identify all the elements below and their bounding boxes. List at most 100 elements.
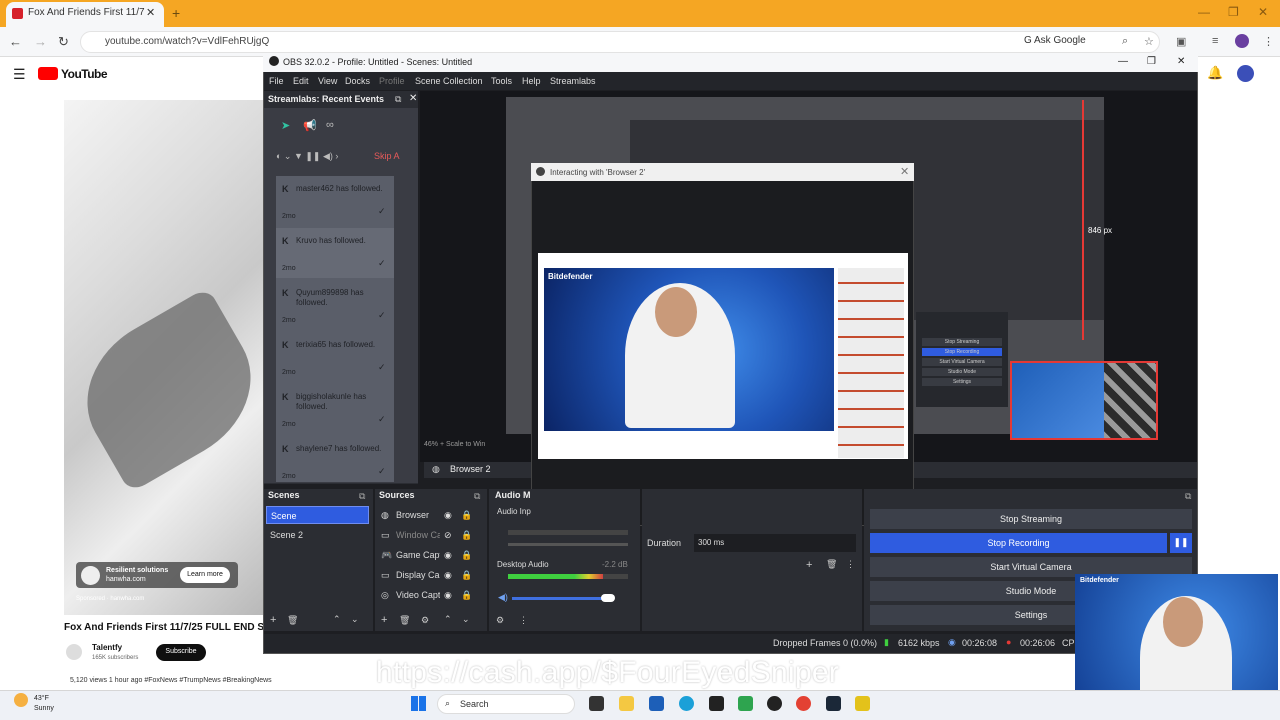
video-player[interactable] xyxy=(60,100,278,615)
desktop-audio-slider[interactable] xyxy=(512,597,612,600)
profile-avatar[interactable] xyxy=(1235,34,1249,48)
remove-transition-icon[interactable]: 🗑 xyxy=(826,559,837,570)
taskbar-search[interactable]: ⌕ Search xyxy=(437,694,575,714)
controls-float-icon[interactable]: ⧉ xyxy=(1185,491,1191,502)
speaker-icon[interactable]: ◀) xyxy=(498,592,508,603)
menu-view[interactable]: View xyxy=(318,76,337,86)
list-item[interactable]: K Kruvo has followed. 2mo ✓ xyxy=(276,228,394,278)
check-icon[interactable]: ✓ xyxy=(378,310,386,320)
remove-scene-icon[interactable]: 🗑 xyxy=(287,615,298,626)
obs-minimize-icon[interactable]: — xyxy=(1118,56,1128,67)
duration-input[interactable]: 300 ms xyxy=(694,534,856,552)
close-window-icon[interactable]: ✕ xyxy=(1258,5,1268,19)
menu-scene-collection[interactable]: Scene Collection xyxy=(415,76,483,86)
move-scene-down-icon[interactable]: ⌄ xyxy=(351,614,359,625)
dock-float-icon[interactable]: ⧉ xyxy=(395,94,401,105)
task-view-icon[interactable] xyxy=(589,696,604,711)
lock-icon[interactable]: 🔒 xyxy=(461,530,472,541)
menu-streamlabs[interactable]: Streamlabs xyxy=(550,76,596,86)
audio-input-slider[interactable] xyxy=(508,543,628,546)
menu-tools[interactable]: Tools xyxy=(491,76,512,86)
browser-menu-icon[interactable]: ⋮ xyxy=(1263,35,1274,48)
file-explorer-icon[interactable] xyxy=(619,696,634,711)
lock-icon[interactable]: 🔒 xyxy=(461,590,472,601)
remove-source-icon[interactable]: 🗑 xyxy=(399,615,410,626)
source-item[interactable]: Display Ca xyxy=(396,570,440,580)
move-source-up-icon[interactable]: ⌃ xyxy=(444,614,452,625)
maximize-icon[interactable]: ❐ xyxy=(1228,5,1239,19)
back-icon[interactable]: ← xyxy=(9,34,22,49)
xbox-icon[interactable] xyxy=(738,696,753,711)
pause-recording-icon[interactable]: ❚❚ xyxy=(1170,533,1192,553)
youtube-avatar[interactable] xyxy=(1237,65,1254,82)
visibility-eye-icon[interactable]: ◉ xyxy=(444,510,452,521)
visibility-eye-icon[interactable]: ◉ xyxy=(444,590,452,601)
list-item[interactable]: K Quyum899898 has followed. 2mo ✓ xyxy=(276,280,394,330)
inner-recommendations[interactable] xyxy=(838,268,904,458)
visibility-eye-icon[interactable]: ◉ xyxy=(444,570,452,581)
check-icon[interactable]: ✓ xyxy=(378,362,386,372)
address-bar[interactable]: youtube.com/watch?v=VdlFehRUjgQ xyxy=(80,31,1160,53)
megaphone-icon[interactable]: 📢 xyxy=(303,119,317,132)
list-item[interactable]: Kshaylene7 has followed. 2mo ✓ xyxy=(276,436,394,486)
obs-close-icon[interactable]: ✕ xyxy=(1177,56,1185,67)
menu-file[interactable]: File xyxy=(269,76,284,86)
dock-close-icon[interactable]: ✕ xyxy=(409,93,417,104)
list-item[interactable]: Kbiggisholakunle has followed. 2mo ✓ xyxy=(276,384,394,434)
source-properties-icon[interactable]: ⚙ xyxy=(421,615,429,626)
reload-icon[interactable]: ↻ xyxy=(58,34,69,50)
hidden-eye-icon[interactable]: ⊘ xyxy=(444,530,452,541)
add-transition-icon[interactable]: + xyxy=(806,559,812,571)
add-source-icon[interactable]: + xyxy=(381,614,387,626)
notifications-bell-icon[interactable]: 🔔 xyxy=(1207,65,1223,81)
obs-taskbar-icon[interactable] xyxy=(767,696,782,711)
sources-float-icon[interactable]: ⧉ xyxy=(474,491,480,502)
app-icon[interactable] xyxy=(709,696,724,711)
steam-icon[interactable] xyxy=(826,696,841,711)
source-item[interactable]: Video Capt xyxy=(396,590,440,600)
preview-zoom-bar[interactable]: 46% + Scale to Win xyxy=(424,441,524,453)
edge-icon[interactable] xyxy=(679,696,694,711)
link-icon[interactable]: ∞ xyxy=(326,119,334,131)
forward-icon[interactable]: → xyxy=(34,34,47,49)
obs-maximize-icon[interactable]: ❐ xyxy=(1147,56,1156,67)
source-item[interactable]: Game Capt xyxy=(396,550,440,560)
weather-widget[interactable]: 43°F Sunny xyxy=(34,694,54,714)
channel-name[interactable]: Talentfy xyxy=(92,643,122,652)
subscribe-button[interactable]: Subscribe xyxy=(156,644,206,661)
list-item[interactable]: Kmaster462 has followed. 2mo ✓ xyxy=(276,176,394,226)
tab-close-icon[interactable]: ✕ xyxy=(146,6,155,19)
lock-icon[interactable]: 🔒 xyxy=(461,570,472,581)
extensions-icon[interactable]: ≡ xyxy=(1212,35,1218,47)
menu-edit[interactable]: Edit xyxy=(293,76,309,86)
check-icon[interactable]: ✓ xyxy=(378,466,386,476)
zoom-icon[interactable]: ⌕ xyxy=(1122,35,1128,48)
learn-more-button[interactable]: Learn more xyxy=(180,567,230,583)
windows-start-icon[interactable] xyxy=(411,696,426,711)
add-scene-icon[interactable]: + xyxy=(270,614,276,626)
audio-settings-icon[interactable]: ⚙ xyxy=(496,615,504,626)
hamburger-menu-icon[interactable]: ☰ xyxy=(13,66,26,83)
check-icon[interactable]: ✓ xyxy=(378,414,386,424)
transition-menu-icon[interactable]: ⋮ xyxy=(846,559,855,570)
move-scene-up-icon[interactable]: ⌃ xyxy=(333,614,341,625)
menu-docks[interactable]: Docks xyxy=(345,76,370,86)
check-icon[interactable]: ✓ xyxy=(378,258,386,268)
check-icon[interactable]: ✓ xyxy=(378,206,386,216)
stop-streaming-button[interactable]: Stop Streaming xyxy=(870,509,1192,529)
lock-icon[interactable]: 🔒 xyxy=(461,550,472,561)
minimize-icon[interactable]: — xyxy=(1198,5,1210,19)
menu-help[interactable]: Help xyxy=(522,76,541,86)
scene-item[interactable]: Scene 2 xyxy=(270,530,303,540)
youtube-logo-icon[interactable] xyxy=(38,67,58,80)
stop-recording-button[interactable]: Stop Recording xyxy=(870,533,1167,553)
new-tab-icon[interactable]: + xyxy=(172,5,180,21)
ask-google-button[interactable]: G Ask Google xyxy=(1024,35,1086,46)
skip-alert-button[interactable]: Skip A xyxy=(374,151,400,161)
scenes-float-icon[interactable]: ⧉ xyxy=(359,491,365,502)
menu-profile[interactable]: Profile xyxy=(379,76,405,86)
source-item[interactable]: Browser xyxy=(396,510,440,520)
youtube-logo-text[interactable]: YouTube xyxy=(61,67,108,81)
scene-item-selected[interactable]: Scene xyxy=(266,506,369,524)
chrome-icon[interactable] xyxy=(796,696,811,711)
